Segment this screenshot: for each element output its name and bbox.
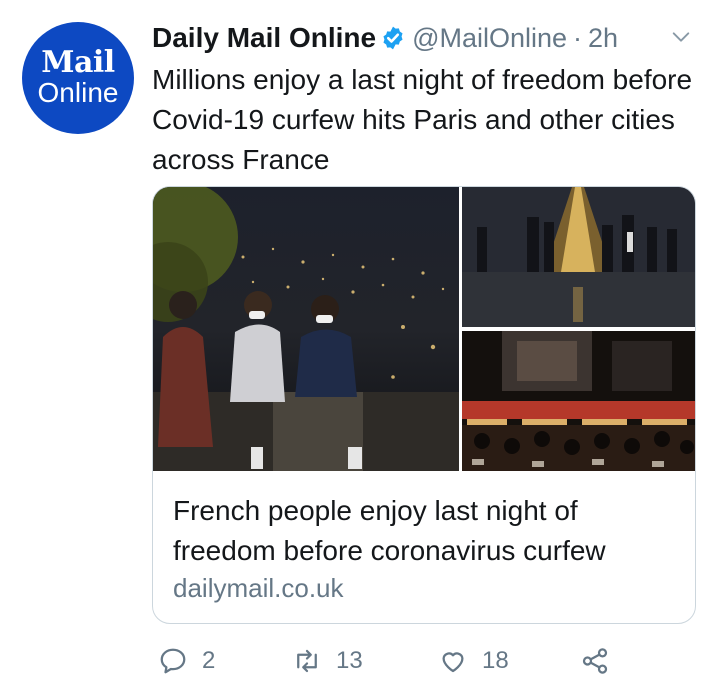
share-icon <box>582 648 608 674</box>
reply-icon <box>160 648 186 674</box>
separator-dot: · <box>573 22 583 53</box>
like-count: 18 <box>482 647 509 674</box>
avatar-logo-bottom: Online <box>37 77 119 108</box>
chevron-down-icon[interactable] <box>670 26 692 48</box>
verified-badge-icon <box>383 26 403 50</box>
avatar[interactable]: Mail Online <box>22 22 134 134</box>
card-title: French people enjoy last night of freedo… <box>173 495 606 566</box>
handle[interactable]: @MailOnline <box>412 23 567 54</box>
like-button[interactable]: 18 <box>438 646 509 676</box>
retweet-icon <box>297 649 317 673</box>
share-button[interactable] <box>580 646 624 676</box>
link-card[interactable]: French people enjoy last night of freedo… <box>152 186 696 624</box>
reply-count: 2 <box>202 647 216 674</box>
retweet-button[interactable]: 13 <box>292 646 363 676</box>
card-image-main[interactable] <box>153 187 459 471</box>
timestamp[interactable]: 2h <box>588 23 618 54</box>
card-domain: dailymail.co.uk <box>173 573 344 603</box>
photo-paris-night-people <box>153 187 459 471</box>
tweet-text: Millions enjoy a last night of freedom b… <box>152 64 693 175</box>
avatar-logo-top: Mail <box>41 45 115 80</box>
tweet-actions: 2 13 18 <box>152 640 700 688</box>
card-image-bottom-right[interactable] <box>462 331 695 471</box>
like-icon <box>442 652 464 673</box>
retweet-count: 13 <box>336 647 363 674</box>
photo-eiffel-tower-night <box>462 187 695 327</box>
display-name[interactable]: Daily Mail Online <box>152 22 376 54</box>
tweet-header: Daily Mail Online @MailOnline · 2h <box>152 18 700 58</box>
photo-cafe-terrace-night <box>462 331 695 471</box>
card-image-top-right[interactable] <box>462 187 695 327</box>
reply-button[interactable]: 2 <box>158 646 215 676</box>
